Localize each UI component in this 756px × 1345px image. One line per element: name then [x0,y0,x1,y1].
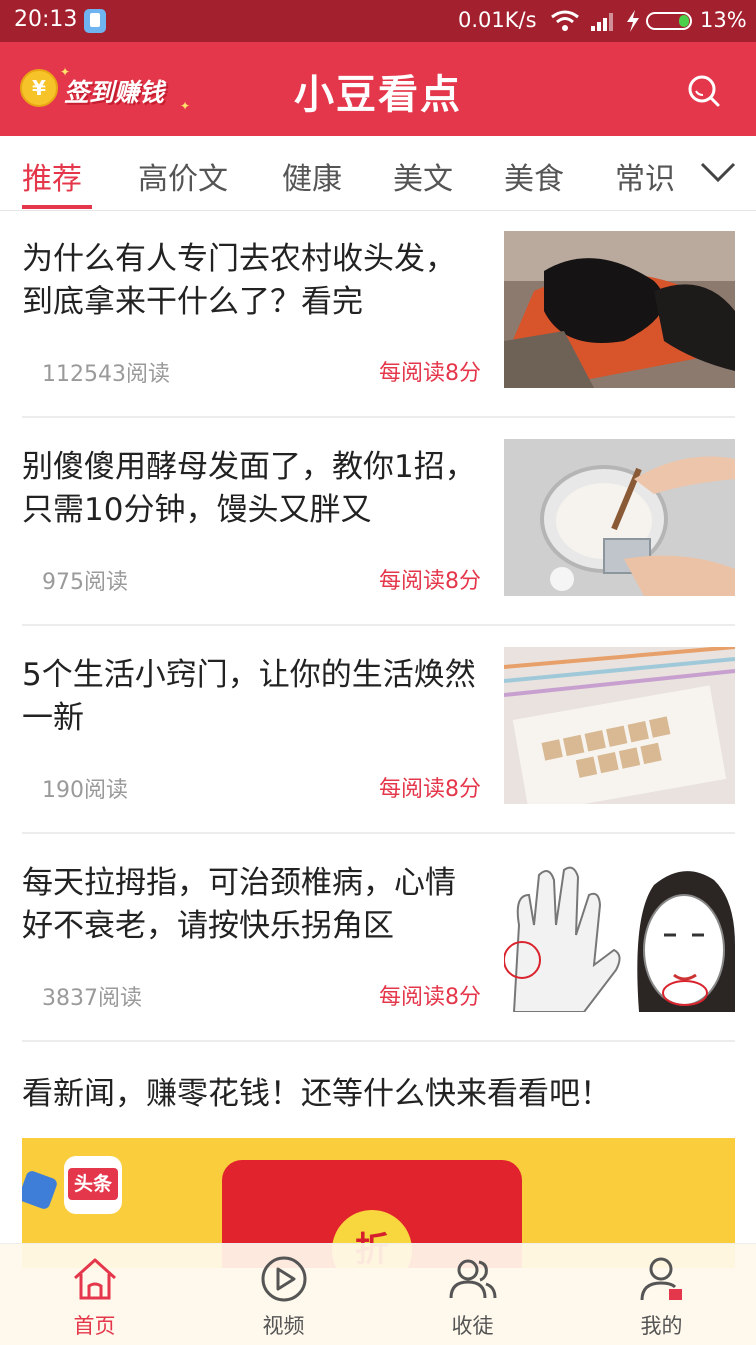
status-time: 20:13 [14,7,78,32]
active-tab-indicator [22,205,92,209]
reward-label: 每阅读8分 [379,569,481,594]
article-thumbnail [504,439,735,596]
nav-label: 首页 [73,1314,116,1338]
category-tabs: 推荐 高价文 健康 美文 美食 常识 [0,136,756,211]
read-count: 190阅读 [42,778,128,803]
tab-food[interactable]: 美食 [504,154,564,198]
article-card[interactable]: 每天拉拇指，可治颈椎病，心情好不衰老，请按快乐拐角区 3837阅读 每阅读8分 [0,834,756,1042]
bottom-navigation: 首页 视频 收徒 我的 [0,1243,756,1345]
nav-profile[interactable]: 我的 [567,1244,756,1345]
wifi-icon [551,10,579,31]
article-card[interactable]: 别傻傻用酵母发面了，教你1招，只需10分钟，馒头又胖又 975阅读 每阅读8分 [0,418,756,626]
article-card[interactable]: 为什么有人专门去农村收头发，到底拿来干什么了？看完 112543阅读 每阅读8分 [0,210,756,418]
nav-label: 我的 [640,1314,683,1338]
reward-label: 每阅读8分 [379,777,481,802]
read-count: 112543阅读 [42,362,170,387]
home-icon [73,1258,117,1300]
article-title: 别傻傻用酵母发面了，教你1招，只需10分钟，馒头又胖又 [22,449,476,528]
charging-icon [627,10,639,32]
nav-label: 收徒 [451,1314,494,1338]
tab-essays[interactable]: 美文 [393,154,453,198]
gem-icon [22,1169,59,1211]
nav-label: 视频 [262,1314,305,1338]
network-speed: 0.01K/s [458,8,537,32]
nav-apprentice[interactable]: 收徒 [378,1244,567,1345]
divider [22,1040,735,1042]
read-count: 975阅读 [42,570,128,595]
reward-label: 每阅读8分 [379,985,481,1010]
reward-label: 每阅读8分 [379,361,481,386]
article-thumbnail [504,231,735,388]
tab-knowledge[interactable]: 常识 [615,154,675,198]
article-title: 5个生活小窍门，让你的生活焕然一新 [22,657,476,736]
news-app-label: 头条 [68,1168,118,1200]
profile-icon [640,1257,682,1301]
video-icon [261,1256,307,1302]
nav-video[interactable]: 视频 [189,1244,378,1345]
news-app-icon: 头条 [64,1156,122,1214]
apprentice-icon [449,1259,497,1299]
chevron-down-icon[interactable] [698,156,738,186]
article-card[interactable]: 5个生活小窍门，让你的生活焕然一新 190阅读 每阅读8分 [0,626,756,834]
app-header: ¥ 签到赚钱 ✦ ✦ 小豆看点 [0,42,756,136]
read-count: 3837阅读 [42,986,142,1011]
signal-icon [591,13,613,31]
ad-title[interactable]: 看新闻，赚零花钱！还等什么快来看看吧！ [22,1068,611,1113]
battery-icon [646,12,692,30]
search-icon[interactable] [686,73,722,109]
tab-high-value[interactable]: 高价文 [138,154,228,198]
battery-percent: 13% [700,8,747,32]
tab-health[interactable]: 健康 [282,154,342,198]
status-bar: 20:13 0.01K/s 13% [0,0,756,42]
app-logo: 小豆看点 [294,72,462,118]
notification-app-icon [84,9,106,33]
article-title: 为什么有人专门去农村收头发，到底拿来干什么了？看完 [22,241,456,320]
nav-home[interactable]: 首页 [0,1244,189,1345]
article-thumbnail [504,855,735,1012]
article-title: 每天拉拇指，可治颈椎病，心情好不衰老，请按快乐拐角区 [22,865,456,944]
tab-recommend[interactable]: 推荐 [22,154,82,198]
article-thumbnail [504,647,735,804]
